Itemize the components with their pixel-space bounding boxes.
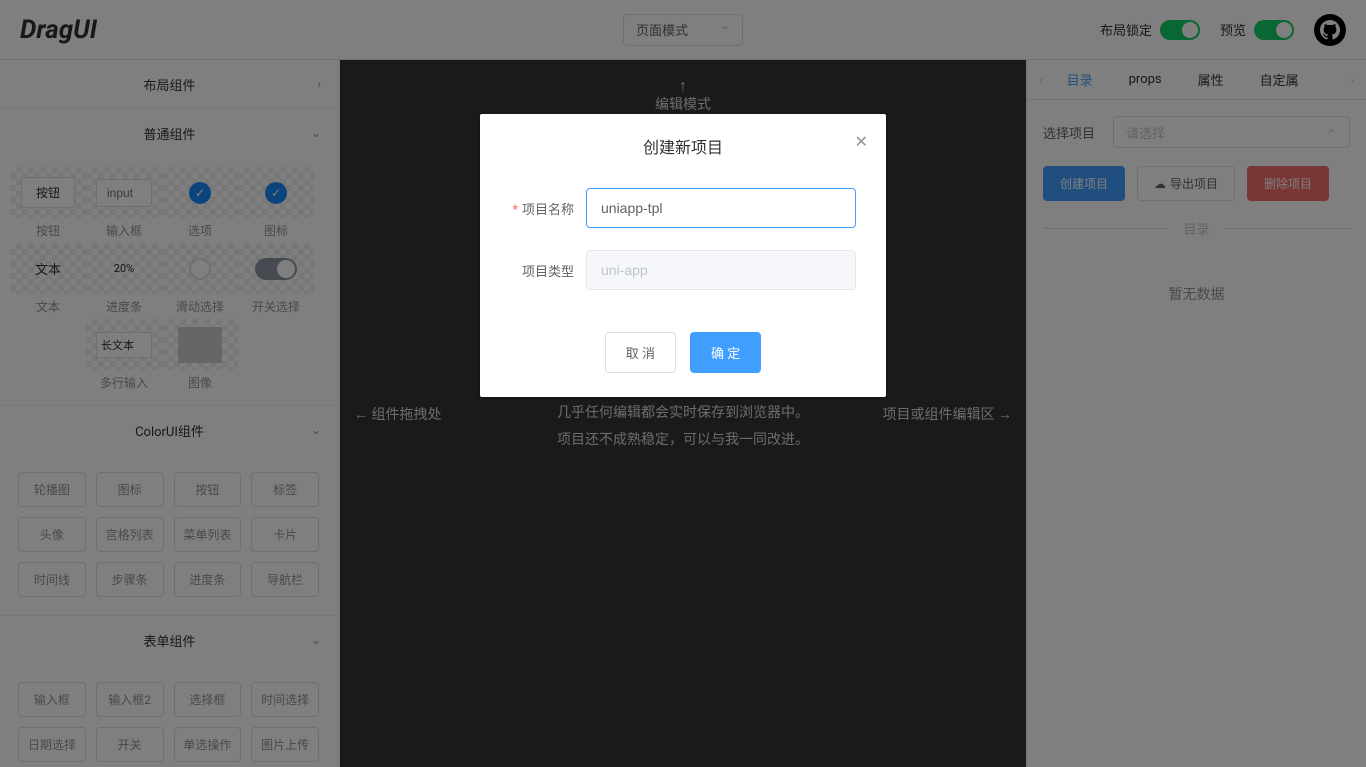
create-project-dialog: 创建新项目 ✕ *项目名称 项目类型 取 消 确 定 [480,114,886,397]
confirm-button[interactable]: 确 定 [690,332,761,373]
cancel-button[interactable]: 取 消 [605,332,676,373]
project-name-label: *项目名称 [510,199,586,218]
modal-overlay[interactable]: 创建新项目 ✕ *项目名称 项目类型 取 消 确 定 [0,0,1366,767]
project-name-input[interactable] [586,188,856,228]
project-type-label: 项目类型 [510,261,586,280]
project-type-input [586,250,856,290]
close-icon[interactable]: ✕ [855,132,868,151]
dialog-title: 创建新项目 [643,138,723,157]
